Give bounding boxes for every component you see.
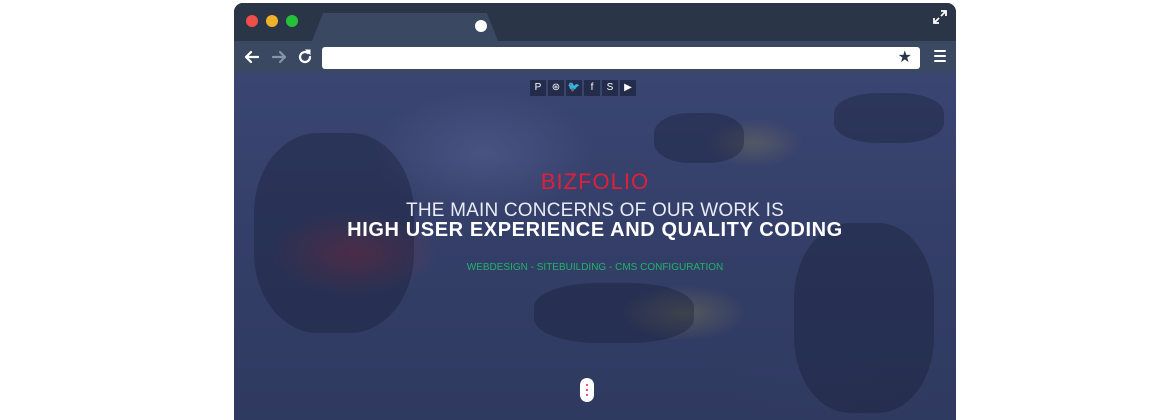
- background-taxi-shape: [534, 283, 694, 343]
- skype-icon[interactable]: S: [602, 80, 618, 96]
- twitter-icon[interactable]: 🐦: [566, 80, 582, 96]
- browser-window: ★ P ⊛ 🐦 f S ▶ BIZFOLIO THE MAIN CONCERNS…: [234, 3, 956, 420]
- expand-icon[interactable]: [932, 9, 948, 25]
- tab-favicon-icon: [475, 20, 487, 32]
- scroll-dot: [586, 384, 588, 386]
- services-tagline: WEBDESIGN - SITEBUILDING - CMS CONFIGURA…: [466, 262, 724, 273]
- browser-tab[interactable]: [312, 13, 498, 41]
- social-icons-bar: P ⊛ 🐦 f S ▶: [530, 80, 636, 96]
- dribbble-icon[interactable]: ⊛: [548, 80, 564, 96]
- headline-line-2: HIGH USER EXPERIENCE AND QUALITY CODING: [347, 219, 843, 241]
- pinterest-icon[interactable]: P: [530, 80, 546, 96]
- back-arrow-icon[interactable]: [242, 47, 262, 67]
- background-van-shape: [834, 93, 944, 143]
- reload-icon[interactable]: [295, 47, 315, 67]
- facebook-icon[interactable]: f: [584, 80, 600, 96]
- title-bar: [234, 3, 956, 41]
- forward-arrow-icon[interactable]: [269, 47, 289, 67]
- scroll-dot: [586, 389, 588, 391]
- background-crowd-shape: [794, 223, 934, 413]
- browser-toolbar: ★: [234, 41, 956, 73]
- scroll-down-button[interactable]: [580, 378, 594, 402]
- star-icon[interactable]: ★: [898, 49, 912, 67]
- maximize-window-button[interactable]: [286, 15, 298, 27]
- scroll-dot: [586, 394, 588, 396]
- brand-title: BIZFOLIO: [540, 169, 650, 194]
- menu-icon[interactable]: [934, 50, 946, 64]
- youtube-icon[interactable]: ▶: [620, 80, 636, 96]
- background-taxi-shape: [654, 113, 744, 163]
- address-bar[interactable]: ★: [322, 47, 920, 69]
- minimize-window-button[interactable]: [266, 15, 278, 27]
- close-window-button[interactable]: [246, 15, 258, 27]
- page-hero: P ⊛ 🐦 f S ▶ BIZFOLIO THE MAIN CONCERNS O…: [234, 73, 956, 420]
